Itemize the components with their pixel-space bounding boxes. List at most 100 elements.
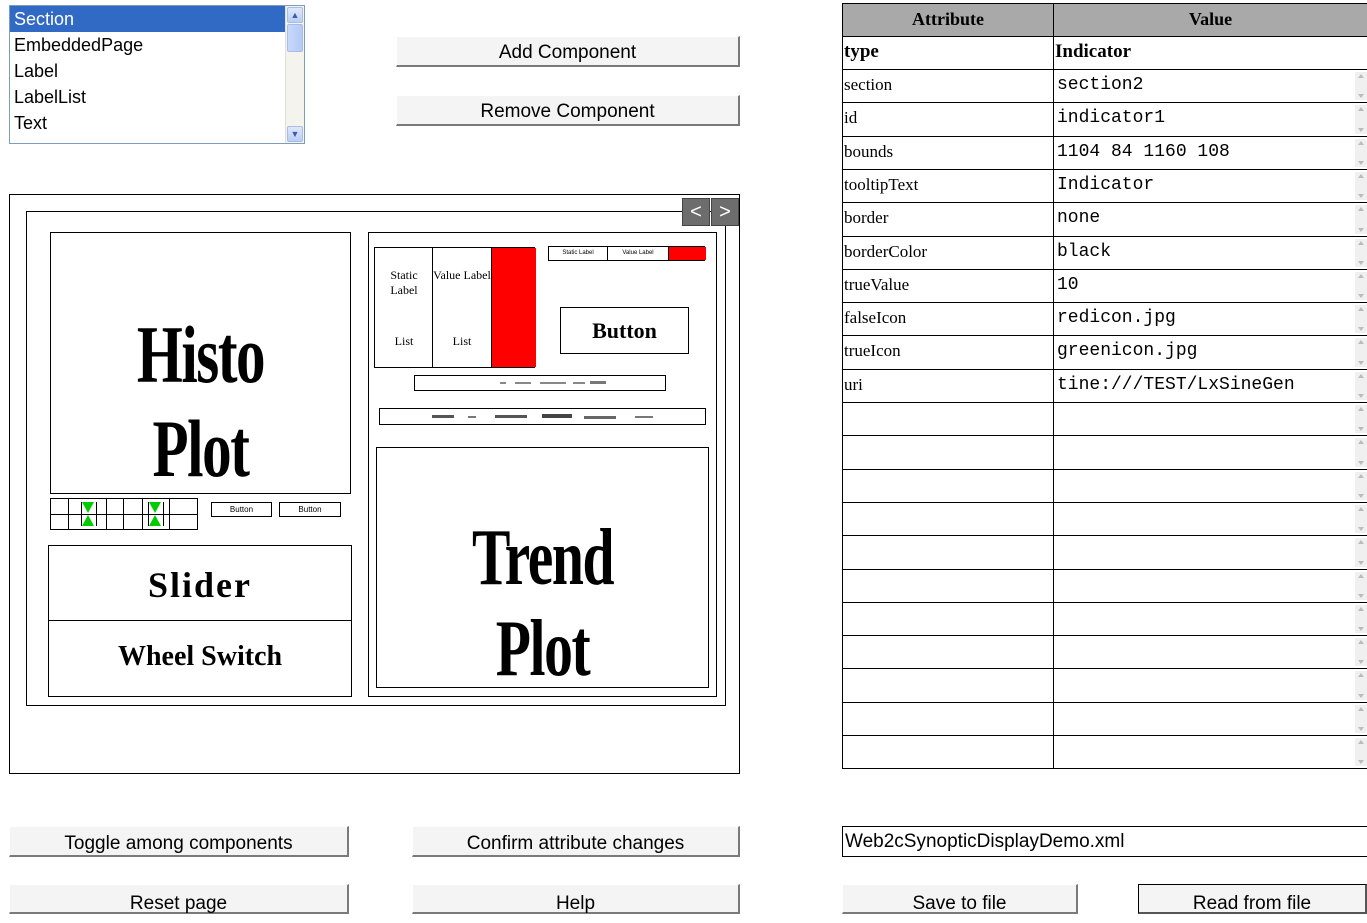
field-scroll-icon[interactable] xyxy=(1355,305,1367,333)
slider-label: Slider xyxy=(147,565,252,605)
field-scroll-icon[interactable] xyxy=(1355,572,1367,600)
attr-value-field[interactable]: indicator1 xyxy=(1053,102,1367,137)
field-scroll-icon[interactable] xyxy=(1355,172,1367,200)
attr-value-field[interactable] xyxy=(1053,735,1367,769)
field-scroll-icon[interactable] xyxy=(1355,239,1367,267)
attr-value-field[interactable] xyxy=(1053,602,1367,636)
small-static-label: Static Label xyxy=(549,247,608,260)
attr-value-field[interactable] xyxy=(1053,502,1367,536)
field-scroll-icon[interactable] xyxy=(1355,505,1367,533)
component-list[interactable]: Section EmbeddedPage Label LabelList Tex… xyxy=(9,5,305,144)
attribute-table[interactable]: Attribute Value type Indicator section se… xyxy=(842,3,1367,771)
field-scroll-icon[interactable] xyxy=(1355,472,1367,500)
attr-value-field[interactable] xyxy=(1053,702,1367,736)
reset-page-button[interactable]: Reset page xyxy=(9,884,349,914)
attr-value-field[interactable] xyxy=(1053,635,1367,669)
section-panel[interactable]: Static Label Value Label List List Stati… xyxy=(368,232,717,697)
confirm-changes-button[interactable]: Confirm attribute changes xyxy=(412,826,740,857)
design-canvas[interactable]: < > Histo Plot Button Button Slider Whee… xyxy=(9,194,740,774)
list-item-labellist[interactable]: LabelList xyxy=(10,84,286,110)
toggle-components-button[interactable]: Toggle among components xyxy=(9,826,349,857)
list-scrollbar[interactable]: ▲ ▼ xyxy=(285,6,304,143)
attr-name-cell xyxy=(842,635,1054,669)
remove-component-button[interactable]: Remove Component xyxy=(396,95,740,126)
field-scroll-icon[interactable] xyxy=(1355,372,1367,400)
value-label: Value Label xyxy=(433,268,491,282)
attr-value-field[interactable]: 1104 84 1160 108 xyxy=(1053,136,1367,170)
add-component-button[interactable]: Add Component xyxy=(396,36,740,67)
up-down-arrow-icon[interactable] xyxy=(148,502,164,526)
save-to-file-button[interactable]: Save to file xyxy=(842,884,1078,914)
field-scroll-icon[interactable] xyxy=(1355,438,1367,467)
list-item-embeddedpage[interactable]: EmbeddedPage xyxy=(10,32,286,58)
attr-value-field[interactable] xyxy=(1053,569,1367,603)
attr-name-cell: tooltipText xyxy=(842,169,1054,203)
list-label-1: List xyxy=(394,334,414,348)
field-scroll-icon[interactable] xyxy=(1355,205,1367,234)
field-scroll-icon[interactable] xyxy=(1355,705,1367,733)
read-from-file-button[interactable]: Read from file xyxy=(1138,884,1367,914)
field-scroll-icon[interactable] xyxy=(1355,105,1367,134)
scroll-up-icon[interactable]: ▲ xyxy=(287,7,303,23)
attr-value-field[interactable] xyxy=(1053,435,1367,470)
small-button-2[interactable]: Button xyxy=(279,502,341,517)
help-button[interactable]: Help xyxy=(412,884,740,914)
field-scroll-icon[interactable] xyxy=(1355,405,1367,433)
field-scroll-icon[interactable] xyxy=(1355,139,1367,167)
next-page-button[interactable]: > xyxy=(711,198,739,226)
list-item-section[interactable]: Section xyxy=(10,6,286,32)
histo-plot-label: Histo Plot xyxy=(136,309,266,494)
up-down-arrow-icon[interactable] xyxy=(81,502,97,526)
attr-value-field[interactable] xyxy=(1053,668,1367,703)
ticker-widget[interactable] xyxy=(379,408,706,425)
list-item-label[interactable]: Label xyxy=(10,58,286,84)
attr-value-field[interactable]: section2 xyxy=(1053,69,1367,103)
text-field-widget[interactable] xyxy=(414,375,666,391)
field-scroll-icon[interactable] xyxy=(1355,72,1367,100)
field-scroll-icon[interactable] xyxy=(1355,538,1367,567)
prev-page-button[interactable]: < xyxy=(682,198,710,226)
filename-input[interactable]: Web2cSynopticDisplayDemo.xml xyxy=(842,826,1367,857)
slider[interactable]: Slider xyxy=(48,545,352,621)
attr-value-field[interactable]: Indicator xyxy=(1053,169,1367,203)
field-scroll-icon[interactable] xyxy=(1355,338,1367,367)
small-button-1[interactable]: Button xyxy=(211,502,272,517)
attr-value-field[interactable]: 10 xyxy=(1053,269,1367,303)
display-page[interactable]: < > Histo Plot Button Button Slider Whee… xyxy=(26,198,739,706)
trend-plot-label: Trend Plot xyxy=(471,514,615,693)
attr-value-field[interactable] xyxy=(1053,402,1367,436)
small-indicator[interactable] xyxy=(668,247,706,260)
label-list[interactable]: Static Label Value Label List List xyxy=(374,247,536,368)
indicator-red[interactable] xyxy=(491,248,536,367)
attr-value-text: 1104 84 1160 108 xyxy=(1057,142,1230,162)
attr-name-cell xyxy=(842,435,1054,470)
attr-name-cell xyxy=(842,702,1054,736)
field-scroll-icon[interactable] xyxy=(1355,638,1367,666)
attr-value-field[interactable] xyxy=(1053,469,1367,503)
field-scroll-icon[interactable] xyxy=(1355,671,1367,700)
attr-value-field[interactable]: tine:///TEST/LxSineGen xyxy=(1053,369,1367,403)
attr-name-cell: falseIcon xyxy=(842,302,1054,336)
attr-value-field[interactable]: none xyxy=(1053,202,1367,237)
attr-value-field[interactable]: redicon.jpg xyxy=(1053,302,1367,336)
attr-value-field[interactable]: greenicon.jpg xyxy=(1053,335,1367,370)
attr-value-text: tine:///TEST/LxSineGen xyxy=(1057,375,1295,395)
list-item-text[interactable]: Text xyxy=(10,110,286,136)
small-label-row[interactable]: Static Label Value Label xyxy=(548,246,706,261)
trend-plot[interactable]: Trend Plot xyxy=(376,447,709,693)
field-scroll-icon[interactable] xyxy=(1355,605,1367,633)
attr-name-cell: uri xyxy=(842,369,1054,403)
scroll-down-icon[interactable]: ▼ xyxy=(287,126,303,142)
attr-type-value: Indicator xyxy=(1053,36,1367,70)
attr-name-cell xyxy=(842,602,1054,636)
wheel-switch[interactable]: Wheel Switch xyxy=(48,620,352,697)
scroll-thumb[interactable] xyxy=(287,24,303,52)
field-scroll-icon[interactable] xyxy=(1355,738,1367,766)
attr-value-field[interactable] xyxy=(1053,535,1367,570)
wheel-switch-label: Wheel Switch xyxy=(117,641,283,672)
arrow-stepper[interactable] xyxy=(50,498,198,530)
button-widget[interactable]: Button xyxy=(560,307,689,354)
field-scroll-icon[interactable] xyxy=(1355,272,1367,300)
histo-plot[interactable]: Histo Plot xyxy=(50,232,351,494)
attr-value-field[interactable]: black xyxy=(1053,236,1367,270)
